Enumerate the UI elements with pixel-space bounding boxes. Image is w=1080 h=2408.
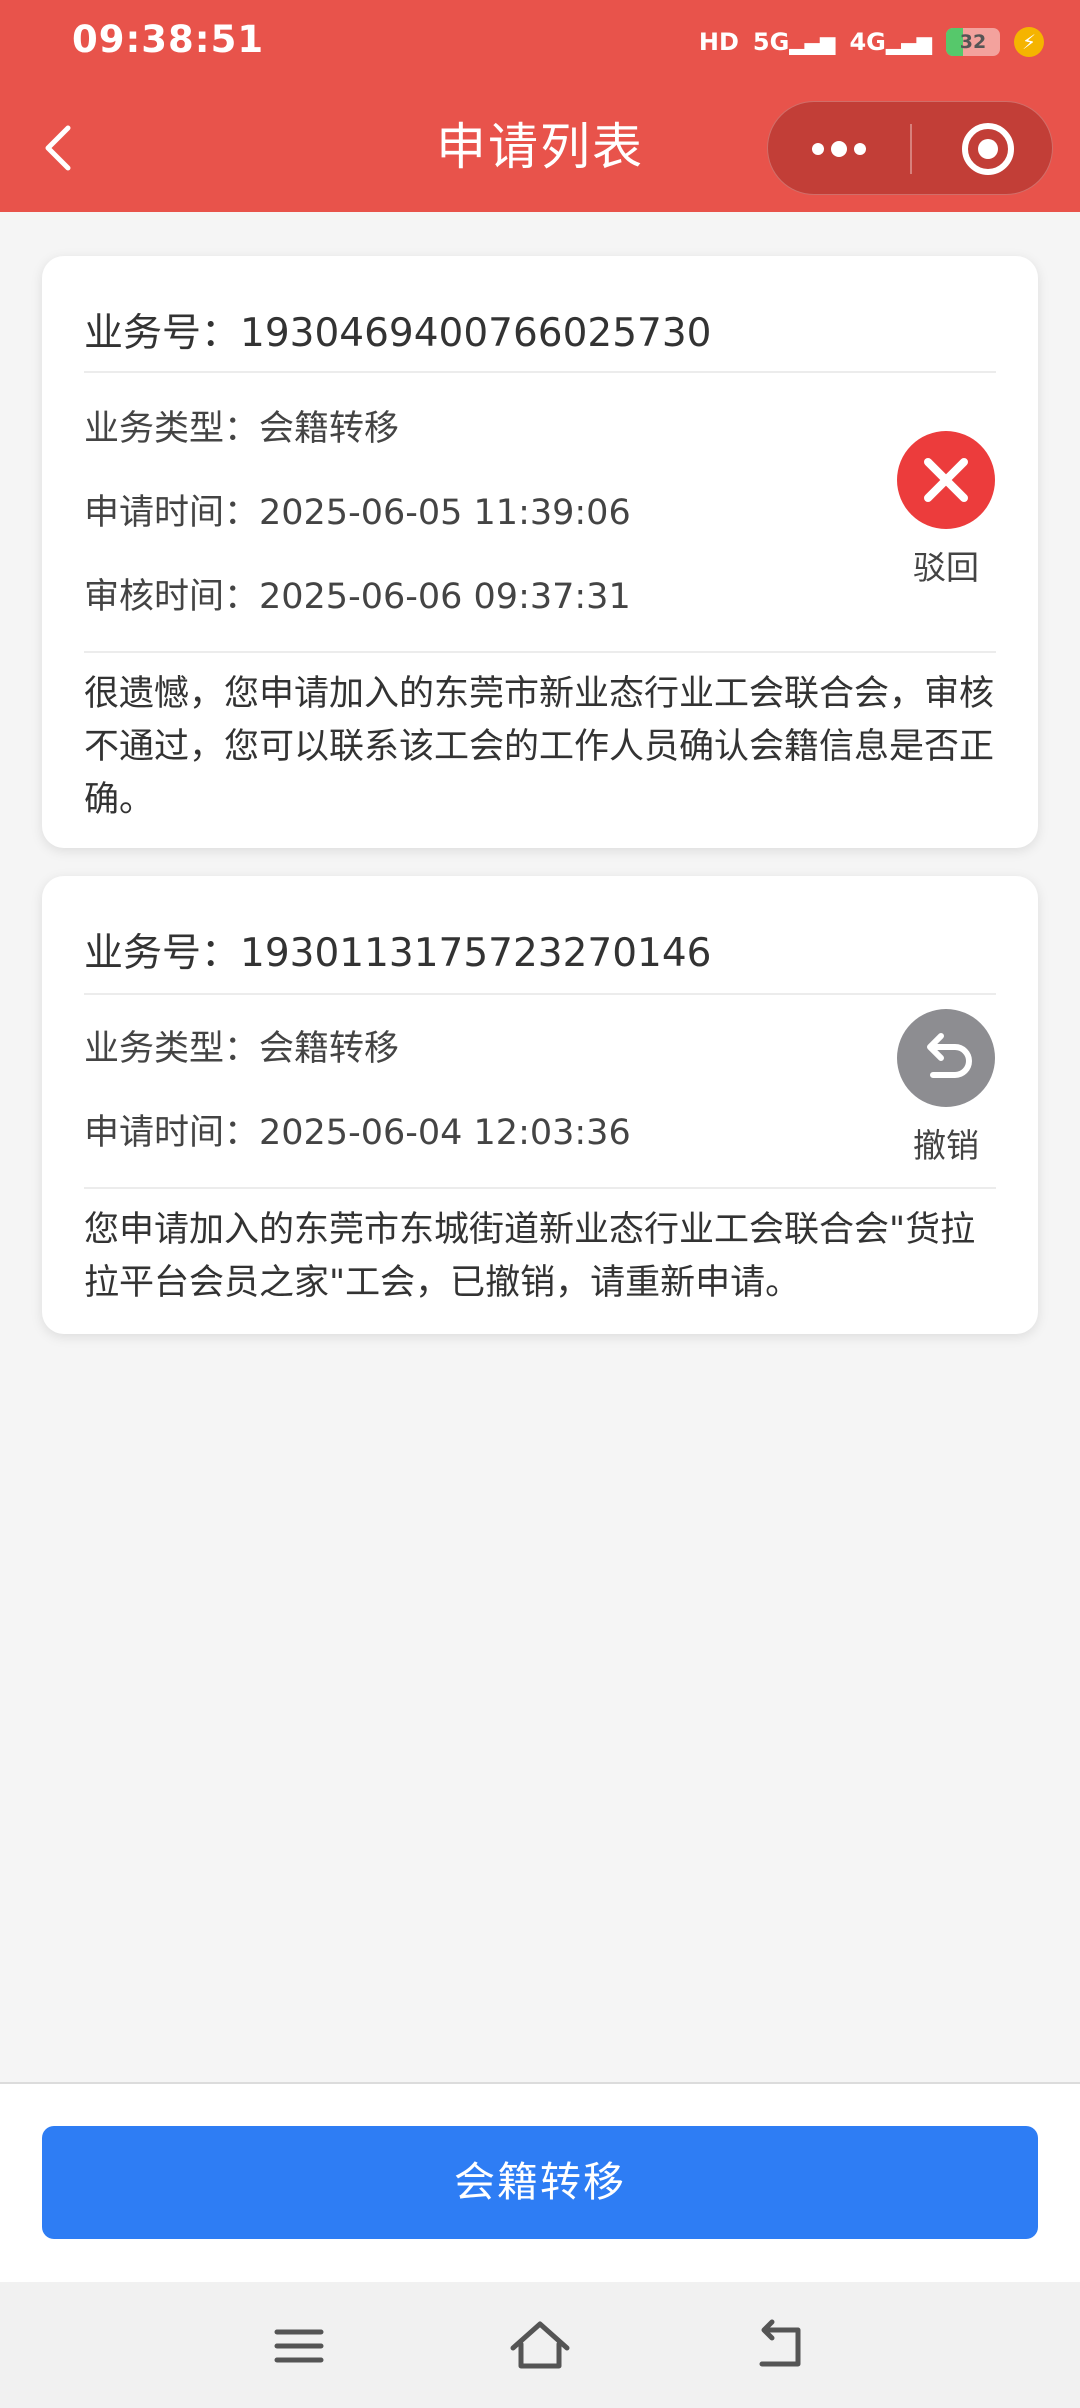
result-message: 您申请加入的东莞市东城街道新业态行业工会联合会"货拉拉平台会员之家"工会，已撤销… bbox=[84, 1210, 976, 1303]
nav-menu-button[interactable] bbox=[271, 2318, 327, 2374]
menu-icon bbox=[274, 2329, 324, 2363]
review-time: 审核时间：2025-06-06 09:37:31 bbox=[84, 577, 631, 617]
divider bbox=[84, 1187, 996, 1189]
battery-icon: 32 bbox=[946, 28, 1000, 56]
status-label: 撤销 bbox=[913, 1126, 979, 1165]
signal-5g-icon: 5G▂▄▆ bbox=[752, 28, 836, 56]
more-dots-icon bbox=[812, 141, 866, 157]
undo-arrow-icon bbox=[897, 1009, 995, 1107]
apply-time: 申请时间：2025-06-04 12:03:36 bbox=[84, 1113, 631, 1153]
apply-time: 申请时间：2025-06-05 11:39:06 bbox=[84, 493, 631, 533]
business-number: 业务号：1930113175723270146 bbox=[84, 931, 712, 976]
divider bbox=[84, 371, 996, 373]
capsule-divider bbox=[910, 124, 912, 174]
app-header: 09:38:51 HD 5G▂▄▆ 4G▂▄▆ 32 ⚡ 申请列表 bbox=[0, 0, 1080, 212]
business-type: 业务类型：会籍转移 bbox=[84, 1029, 400, 1069]
application-card[interactable]: 业务号：1930113175723270146 业务类型：会籍转移 申请时间：2… bbox=[42, 876, 1038, 1334]
home-icon bbox=[510, 2321, 570, 2369]
status-label: 驳回 bbox=[913, 548, 979, 587]
application-card[interactable]: 业务号：1930469400766025730 业务类型：会籍转移 申请时间：2… bbox=[42, 256, 1038, 848]
nav-home-button[interactable] bbox=[509, 2318, 570, 2374]
back-icon bbox=[759, 2319, 801, 2367]
reject-x-icon bbox=[897, 431, 995, 529]
target-icon bbox=[962, 123, 1014, 175]
battery-level: 32 bbox=[959, 31, 987, 53]
nav-back-button[interactable] bbox=[752, 2318, 808, 2374]
system-nav-bar bbox=[0, 2282, 1080, 2408]
signal-4g-icon: 4G▂▄▆ bbox=[849, 28, 932, 56]
divider bbox=[84, 993, 996, 995]
close-mini-program-button[interactable] bbox=[958, 119, 1018, 179]
business-type: 业务类型：会籍转移 bbox=[84, 409, 400, 449]
membership-transfer-button[interactable]: 会籍转移 bbox=[42, 2126, 1038, 2239]
divider bbox=[84, 651, 996, 653]
hd-icon: HD bbox=[698, 28, 739, 56]
status-time: 09:38:51 bbox=[72, 18, 265, 61]
more-button[interactable] bbox=[808, 132, 870, 166]
result-message: 很遗憾，您申请加入的东莞市新业态行业工会联合会，审核不通过，您可以联系该工会的工… bbox=[84, 674, 995, 820]
charging-icon: ⚡ bbox=[1014, 27, 1044, 57]
mini-program-capsule bbox=[767, 101, 1053, 195]
business-number: 业务号：1930469400766025730 bbox=[84, 311, 712, 356]
status-icons: HD 5G▂▄▆ 4G▂▄▆ 32 ⚡ bbox=[699, 22, 1044, 62]
